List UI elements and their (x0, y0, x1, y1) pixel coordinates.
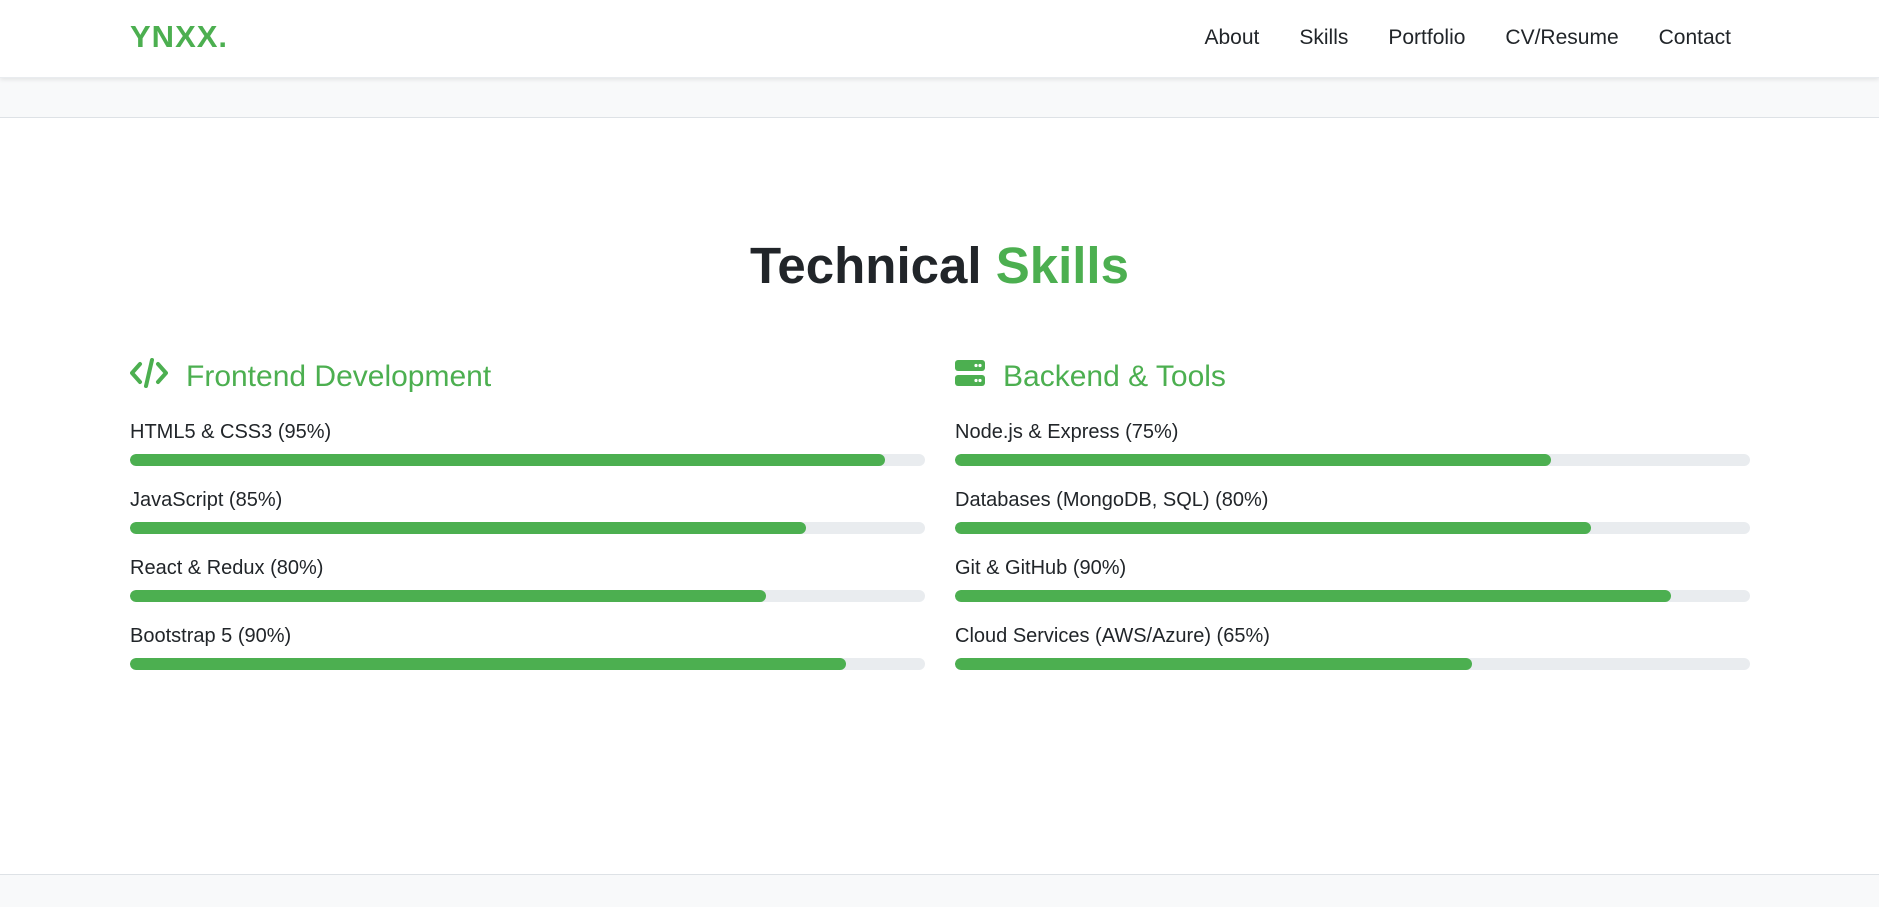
progress-track (130, 454, 925, 466)
progress-track (955, 590, 1750, 602)
code-icon (130, 358, 186, 396)
frontend-column: Frontend Development HTML5 & CSS3 (95%) … (130, 356, 925, 670)
nav-link-cv-resume[interactable]: CV/Resume (1505, 26, 1618, 50)
progress-fill (130, 590, 766, 602)
brand-logo[interactable]: YNXX. (130, 19, 228, 55)
nav-link-contact[interactable]: Contact (1659, 26, 1731, 50)
previous-section-edge (0, 78, 1879, 118)
skill-item: Cloud Services (AWS/Azure) (65%) (955, 622, 1750, 670)
backend-heading: Backend & Tools (955, 356, 1750, 398)
progress-fill (955, 658, 1472, 670)
next-section-edge (0, 874, 1879, 907)
nav-link-about[interactable]: About (1204, 26, 1259, 50)
skill-item: Bootstrap 5 (90%) (130, 622, 925, 670)
section-title-main: Technical (750, 237, 982, 294)
progress-fill (955, 454, 1552, 466)
progress-fill (130, 522, 806, 534)
progress-fill (130, 454, 886, 466)
progress-fill (955, 590, 1671, 602)
nav-link-portfolio[interactable]: Portfolio (1388, 26, 1465, 50)
progress-track (955, 658, 1750, 670)
nav-links: About Skills Portfolio CV/Resume Contact (1204, 26, 1731, 50)
frontend-heading-label: Frontend Development (186, 360, 492, 393)
skill-item: HTML5 & CSS3 (95%) (130, 418, 925, 466)
skill-label: Databases (MongoDB, SQL) (80%) (955, 489, 1269, 511)
skill-label: Bootstrap 5 (90%) (130, 625, 292, 647)
skill-item: JavaScript (85%) (130, 486, 925, 534)
progress-fill (130, 658, 846, 670)
progress-track (955, 454, 1750, 466)
section-title-accent: Skills (995, 237, 1129, 294)
backend-column: Backend & Tools Node.js & Express (75%) … (955, 356, 1750, 670)
progress-fill (955, 522, 1591, 534)
section-title: Technical Skills (0, 236, 1879, 295)
skill-label: HTML5 & CSS3 (95%) (130, 421, 332, 443)
progress-track (130, 658, 925, 670)
backend-heading-label: Backend & Tools (1003, 360, 1226, 393)
skill-label: Node.js & Express (75%) (955, 421, 1179, 443)
skill-item: React & Redux (80%) (130, 554, 925, 602)
frontend-heading: Frontend Development (130, 356, 925, 398)
navbar: YNXX. About Skills Portfolio CV/Resume C… (0, 0, 1879, 78)
skill-item: Databases (MongoDB, SQL) (80%) (955, 486, 1750, 534)
progress-track (130, 590, 925, 602)
skill-item: Node.js & Express (75%) (955, 418, 1750, 466)
skill-label: JavaScript (85%) (130, 489, 283, 511)
skill-label: React & Redux (80%) (130, 557, 324, 579)
nav-link-skills[interactable]: Skills (1299, 26, 1348, 50)
skill-label: Git & GitHub (90%) (955, 557, 1127, 579)
progress-track (130, 522, 925, 534)
skill-label: Cloud Services (AWS/Azure) (65%) (955, 625, 1270, 647)
skill-item: Git & GitHub (90%) (955, 554, 1750, 602)
server-icon (955, 358, 1003, 396)
progress-track (955, 522, 1750, 534)
